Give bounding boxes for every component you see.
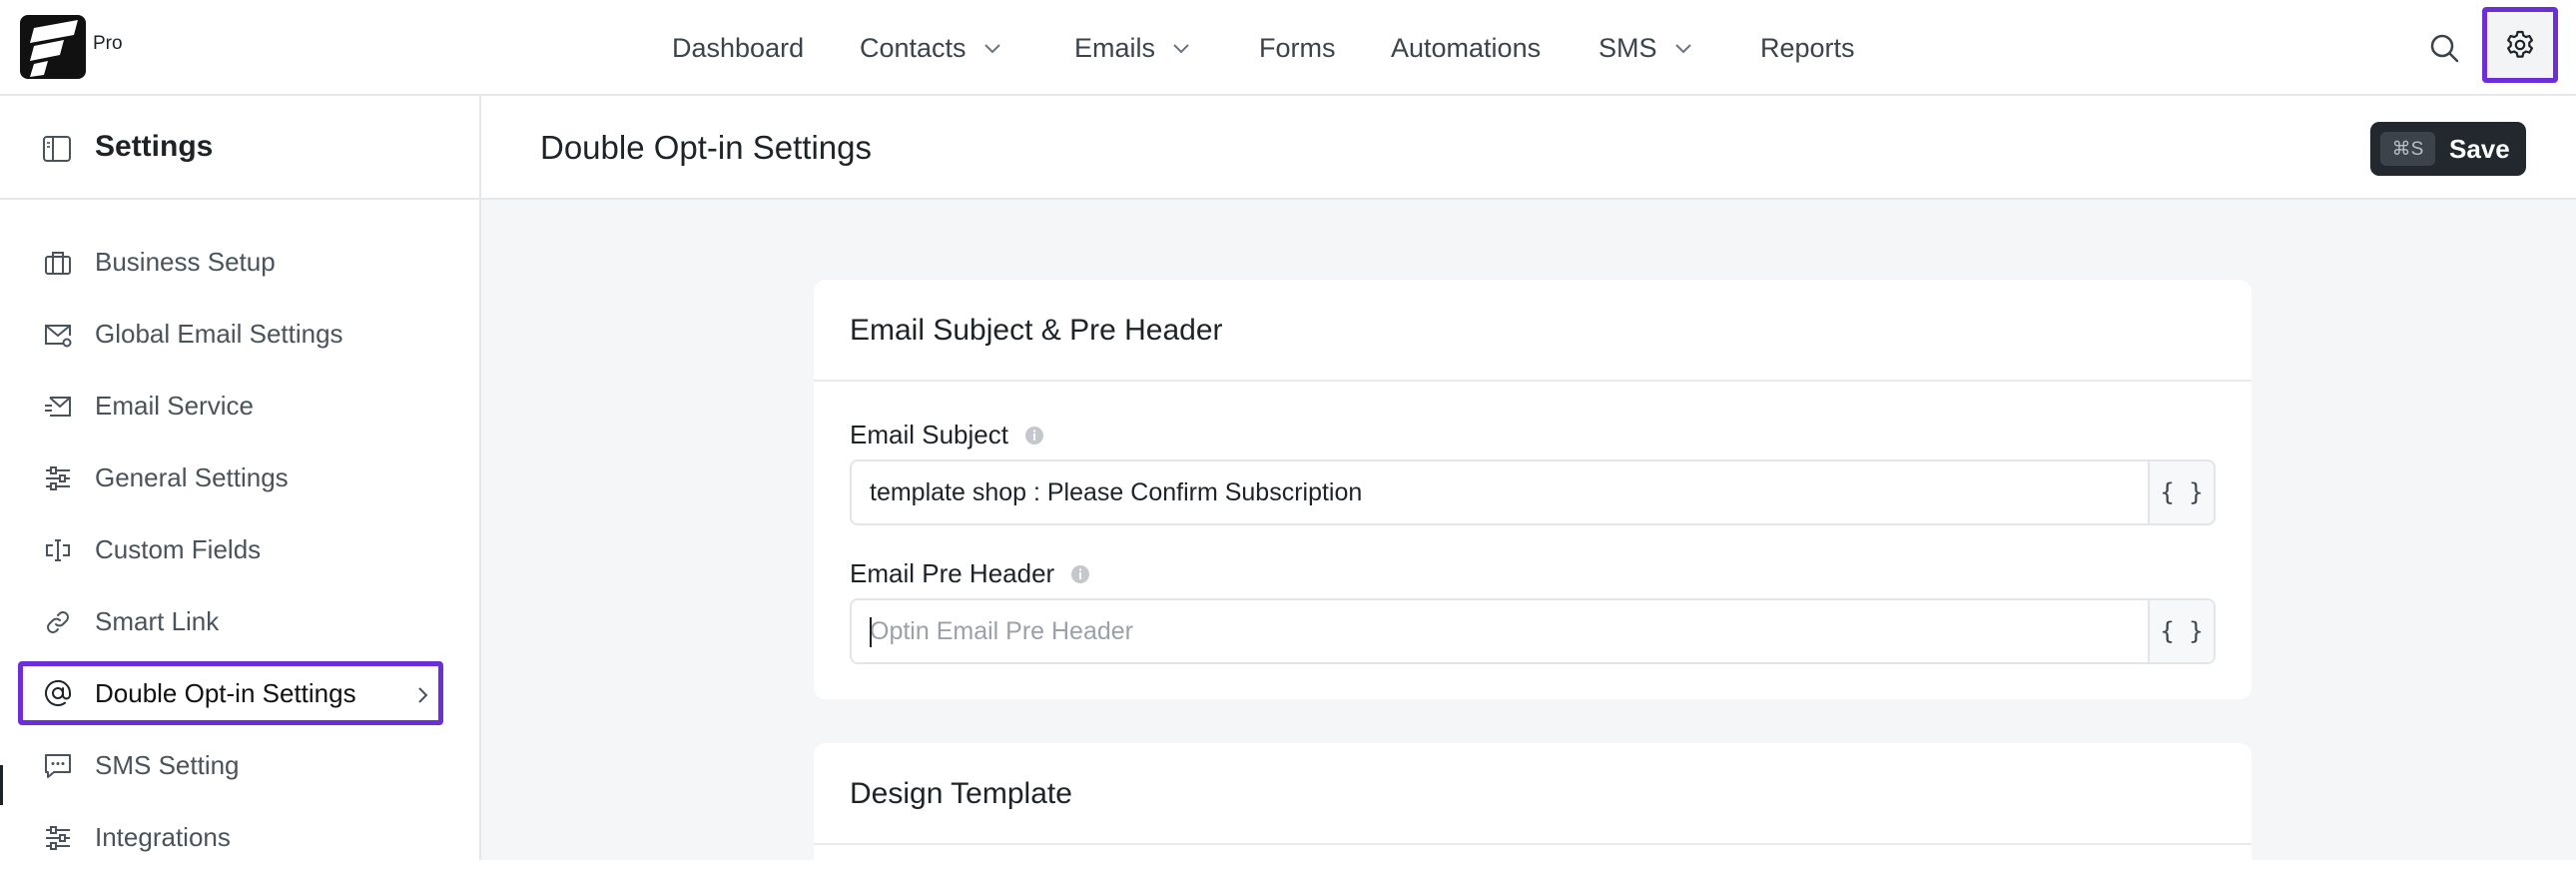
link-icon	[47, 611, 69, 633]
save-button[interactable]: ⌘S Save	[2370, 122, 2526, 176]
chevron-down-icon	[983, 44, 1000, 54]
field-label-text: Email Subject	[850, 420, 1008, 449]
nav-contacts[interactable]: Contacts	[860, 28, 1002, 68]
nav-label: Dashboard	[672, 32, 805, 63]
sidebar-item-label: Business Setup	[95, 246, 276, 277]
email-pre-header-field: { }	[850, 598, 2216, 664]
design-template-card: Design Template	[814, 743, 2252, 883]
email-subject-field: { }	[850, 459, 2216, 525]
nav-label: Reports	[1760, 32, 1855, 63]
sidebar-item-business-setup[interactable]: Business Setup	[18, 230, 443, 294]
sidebar-item-global-email-settings[interactable]: Global Email Settings	[18, 302, 443, 366]
info-icon[interactable]	[1070, 564, 1090, 584]
email-subject-card: Email Subject & Pre Header Email Subject…	[814, 280, 2252, 699]
sidebar-item-email-service[interactable]: Email Service	[18, 374, 443, 438]
text-caret	[870, 617, 872, 647]
card-title: Email Subject & Pre Header	[850, 314, 1223, 347]
sidebar-title: Settings	[95, 130, 214, 163]
sliders-icon	[46, 466, 70, 490]
chevron-down-icon	[1173, 44, 1189, 54]
logo-mark-icon	[30, 20, 78, 77]
info-icon[interactable]	[1024, 426, 1044, 445]
sidebar-item-label: Global Email Settings	[95, 318, 343, 349]
mail-gear-icon	[45, 325, 72, 348]
settings-button[interactable]	[2482, 7, 2558, 83]
nav-label: Emails	[1074, 32, 1156, 63]
email-pre-header-input[interactable]	[852, 600, 2150, 662]
keyboard-shortcut-badge: ⌘S	[2380, 132, 2435, 166]
nav-label: Contacts	[860, 32, 966, 63]
active-indicator	[0, 765, 3, 805]
nav-sms[interactable]: SMS	[1599, 28, 1693, 68]
gear-icon	[2507, 30, 2533, 58]
at-sign-icon	[45, 679, 72, 706]
sliders-icon	[46, 826, 70, 850]
sidebar-item-smart-link[interactable]: Smart Link	[18, 589, 443, 653]
settings-sidebar: Settings Business Setup Global Email Set…	[0, 96, 481, 860]
sidebar-item-sms-setting[interactable]: SMS Setting	[18, 733, 443, 797]
field-label-text: Email Pre Header	[850, 558, 1055, 588]
sidebar-toggle-icon[interactable]	[42, 134, 72, 164]
nav-forms[interactable]: Forms	[1259, 28, 1336, 68]
shortcode-button[interactable]: { }	[2148, 461, 2214, 523]
sidebar-item-label: Email Service	[95, 390, 254, 421]
briefcase-icon	[45, 252, 71, 275]
sidebar-item-label: Double Opt-in Settings	[95, 677, 356, 708]
nav-label: Automations	[1391, 32, 1542, 63]
email-pre-header-label: Email Pre Header	[850, 558, 1090, 589]
search-button[interactable]	[2420, 24, 2468, 72]
save-label: Save	[2449, 133, 2510, 164]
sidebar-item-integrations[interactable]: Integrations	[18, 805, 443, 869]
sidebar-item-label: General Settings	[95, 461, 289, 492]
sidebar-item-label: Integrations	[95, 821, 231, 852]
top-navigation: Pro Dashboard Contacts Emails Forms Auto…	[0, 0, 2576, 96]
text-cursor-icon	[46, 539, 70, 561]
main-header: Double Opt-in Settings ⌘S Save	[481, 96, 2576, 200]
sidebar-item-general-settings[interactable]: General Settings	[18, 445, 443, 509]
chevron-right-icon	[418, 687, 428, 703]
pro-badge: Pro	[93, 33, 123, 54]
sidebar-item-double-opt-in-settings[interactable]: Double Opt-in Settings	[18, 661, 443, 725]
card-title: Design Template	[850, 777, 1072, 810]
sidebar-item-custom-fields[interactable]: Custom Fields	[18, 517, 443, 581]
search-icon	[2430, 34, 2459, 63]
app-logo[interactable]	[20, 15, 86, 79]
email-subject-label: Email Subject	[850, 420, 1044, 450]
card-header: Design Template	[814, 743, 2252, 845]
chevron-down-icon	[1674, 44, 1691, 54]
nav-label: Forms	[1259, 32, 1336, 63]
nav-automations[interactable]: Automations	[1391, 28, 1541, 68]
nav-label: SMS	[1599, 32, 1657, 63]
nav-dashboard[interactable]: Dashboard	[672, 28, 804, 68]
sidebar-item-label: Custom Fields	[95, 533, 262, 564]
message-icon	[45, 754, 71, 778]
sidebar-item-label: SMS Setting	[95, 749, 240, 780]
email-subject-input[interactable]	[852, 461, 2150, 523]
shortcode-button[interactable]: { }	[2148, 600, 2214, 662]
nav-reports[interactable]: Reports	[1760, 28, 1855, 68]
nav-emails[interactable]: Emails	[1074, 28, 1191, 68]
sidebar-item-label: Smart Link	[95, 605, 220, 636]
mail-send-icon	[45, 397, 71, 417]
card-header: Email Subject & Pre Header	[814, 280, 2252, 382]
page-title: Double Opt-in Settings	[540, 129, 873, 166]
sidebar-header: Settings	[0, 96, 479, 200]
